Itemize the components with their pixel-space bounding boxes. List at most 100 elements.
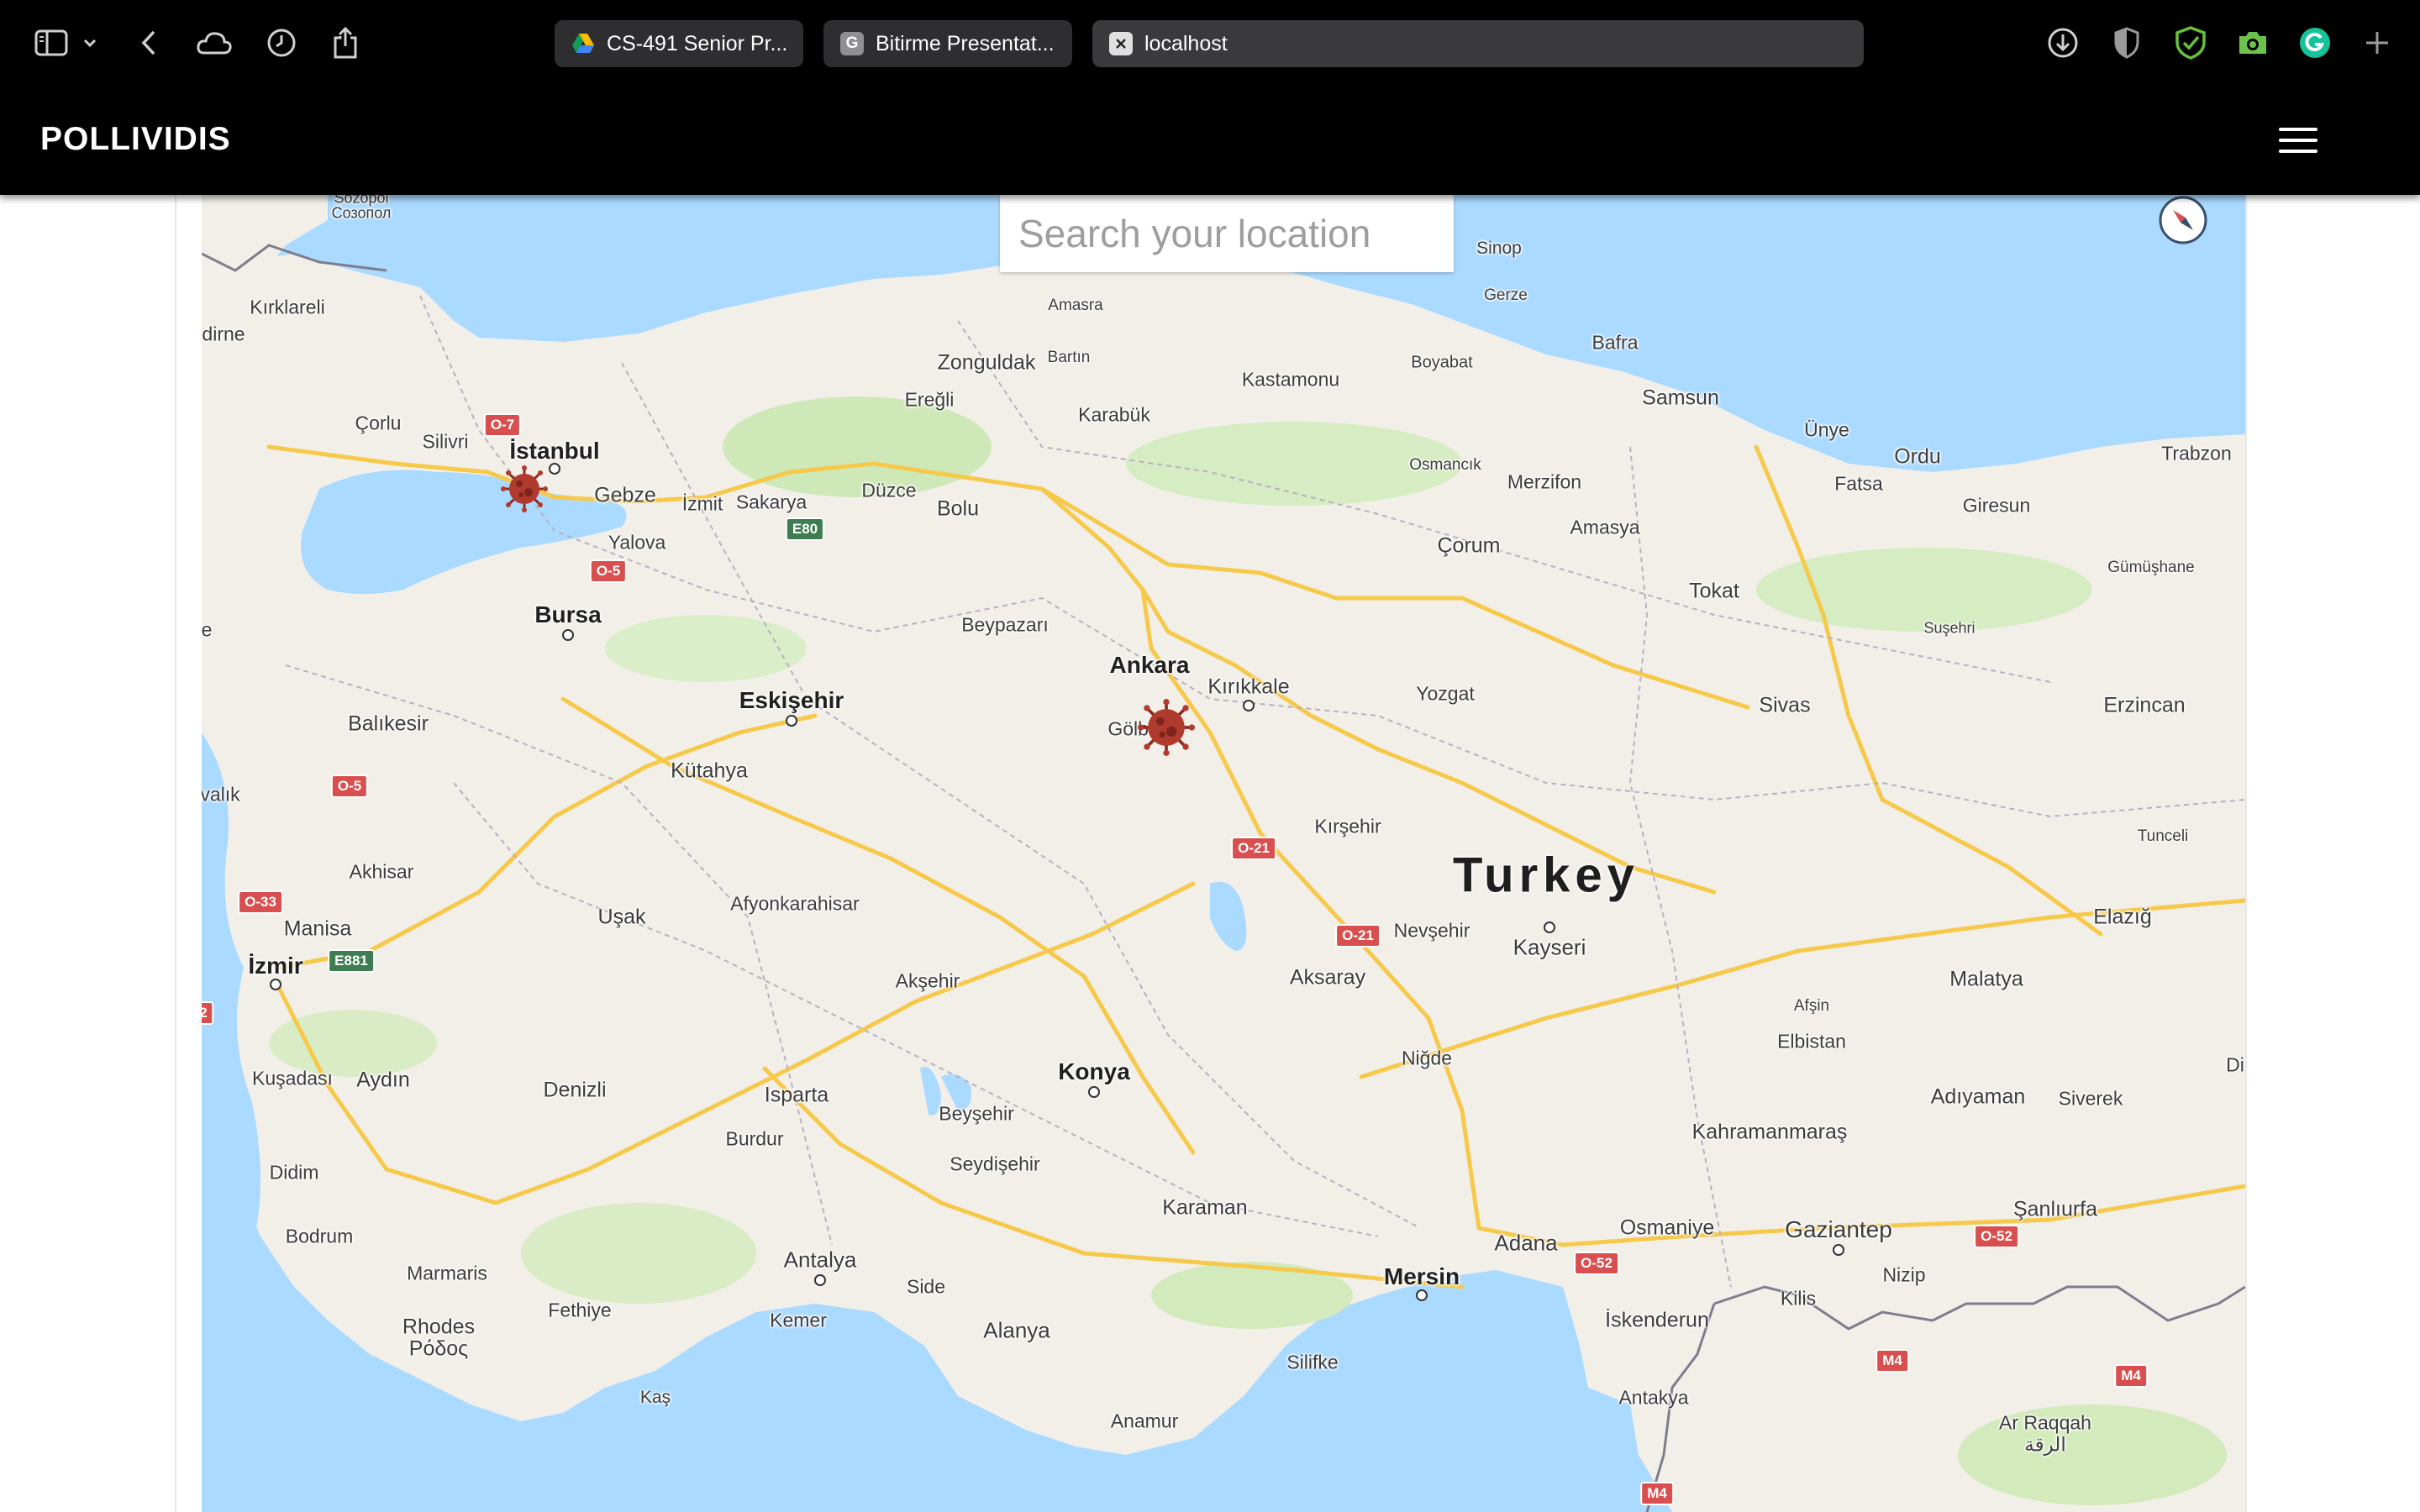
country-label: Turkey: [1453, 848, 1639, 903]
road-shield: O-21: [1335, 924, 1381, 948]
city-label: Gümüşhane: [2107, 559, 2195, 576]
city-label: Akşehir: [895, 969, 960, 992]
city-label: Konya: [1058, 1058, 1130, 1084]
city-label: Gerze: [1484, 286, 1528, 304]
city-label: Eskişehir: [739, 687, 844, 713]
road-shield: M4: [1640, 1482, 1674, 1505]
tab-label: Bitirme Presentat...: [876, 31, 1055, 55]
new-tab-icon[interactable]: [2358, 24, 2396, 62]
city-dot: [786, 715, 797, 727]
city-label: Gaziantep: [1785, 1216, 1892, 1242]
city-label: Beyşehir: [939, 1102, 1014, 1125]
city-label: Manisa: [283, 916, 352, 941]
camera-icon[interactable]: [2233, 24, 2272, 62]
share-icon[interactable]: [326, 24, 365, 62]
back-icon[interactable]: [129, 24, 168, 62]
city-label: Side: [906, 1275, 946, 1298]
cloud-icon[interactable]: [195, 24, 234, 62]
city-label: Sivas: [1759, 693, 1811, 717]
sidebar-icon[interactable]: [32, 24, 71, 62]
app-header: POLLIVIDIS: [0, 87, 2420, 195]
city-label: Ρόδος: [408, 1336, 469, 1361]
city-label: Kahramanmaraş: [1691, 1120, 1848, 1144]
chevron-down-icon[interactable]: [77, 24, 103, 62]
city-label: Osmancık: [1409, 456, 1481, 474]
city-label: Antakya: [1618, 1386, 1689, 1409]
city-label: Tunceli: [2137, 827, 2189, 845]
city-label: Elazığ: [2093, 905, 2152, 929]
shield-half-icon[interactable]: [2107, 24, 2146, 62]
brand-logo[interactable]: POLLIVIDIS: [40, 121, 231, 158]
city-label: Samsun: [1642, 386, 1719, 410]
compass-icon[interactable]: [2158, 195, 2208, 245]
city-label: Suşehri: [1923, 619, 1975, 637]
city-label: Burdur: [725, 1127, 784, 1150]
city-label: Isparta: [764, 1083, 829, 1107]
grammarly-icon[interactable]: [2296, 24, 2334, 62]
city-label: Bartın: [1047, 349, 1091, 366]
city-label: Ordu: [1894, 444, 1941, 469]
city-label: İzmit: [681, 492, 723, 515]
road-shield: E881: [328, 949, 375, 973]
city-label: Erzincan: [2103, 693, 2186, 717]
city-label: Giresun: [1962, 494, 2031, 517]
road-shield: 2: [202, 1001, 214, 1025]
city-label: Alanya: [983, 1317, 1050, 1343]
city-label: Aksaray: [1289, 965, 1366, 990]
hamburger-menu-icon[interactable]: [2279, 128, 2317, 156]
city-label: الرقة: [2024, 1433, 2066, 1456]
city-label: Kütahya: [671, 759, 748, 783]
city-label: Marmaris: [407, 1262, 487, 1284]
city-label: Elbistan: [1777, 1030, 1846, 1053]
city-label: Tokat: [1689, 579, 1739, 603]
city-label: Afyonkarahisar: [730, 892, 860, 915]
city-label: Düzce: [861, 479, 917, 501]
city-label: Amasra: [1048, 297, 1103, 314]
city-label: Yalova: [608, 531, 666, 554]
city-label: Aydın: [356, 1068, 410, 1092]
city-label: Uşak: [597, 905, 646, 929]
city-label: Akhisar: [349, 860, 414, 883]
city-label: Malatya: [1949, 967, 2023, 991]
road-shield: O-52: [1974, 1225, 2019, 1248]
road-shield: O-5: [589, 559, 628, 583]
google-slides-icon: G: [840, 32, 864, 55]
city-label: Çorlu: [355, 412, 402, 434]
map[interactable]: Sozopol Созопол Kırklareli dirne Çorlu S…: [202, 195, 2245, 1512]
city-label: Denizli: [543, 1078, 607, 1102]
city-label: Bursa: [534, 601, 602, 627]
city-dot: [270, 979, 281, 990]
city-label: Ankara: [1109, 652, 1190, 678]
road-shield: O-5: [330, 774, 369, 798]
city-label: Kaş: [639, 1388, 671, 1407]
road-shield: M4: [2114, 1364, 2148, 1388]
city-label: Kilis: [1780, 1287, 1817, 1310]
city-label: Fethiye: [548, 1299, 612, 1321]
city-label: Çorum: [1437, 533, 1501, 558]
search-location-input[interactable]: [1000, 195, 1454, 272]
city-label: Fatsa: [1834, 472, 1883, 495]
city-label: Niğde: [1401, 1047, 1453, 1069]
city-label: Mersin: [1383, 1263, 1460, 1289]
tab-cs491[interactable]: CS-491 Senior Pr...: [555, 20, 803, 67]
city-label: Sinop: [1476, 239, 1522, 258]
history-icon[interactable]: [262, 24, 301, 62]
city-label: Silifke: [1286, 1351, 1339, 1373]
city-label: Beypazarı: [961, 613, 1049, 636]
tab-bitirme[interactable]: G Bitirme Presentat...: [823, 20, 1072, 67]
close-icon[interactable]: [1109, 32, 1133, 55]
adguard-shield-icon[interactable]: [2171, 24, 2210, 62]
city-label: Adıyaman: [1930, 1084, 2026, 1109]
city-label: Созопол: [331, 204, 392, 222]
city-label: Kuşadası: [252, 1067, 333, 1089]
city-label: Ar Raqqah: [1999, 1411, 2091, 1434]
city-label: Kırklareli: [250, 296, 325, 318]
road-shield: O-7: [483, 413, 522, 437]
download-icon[interactable]: [2044, 24, 2082, 62]
tab-localhost[interactable]: localhost: [1092, 20, 1864, 67]
city-dot: [1088, 1086, 1100, 1098]
city-label: Balıkesir: [348, 711, 429, 736]
city-label: Kırıkkale: [1207, 675, 1290, 699]
city-dot: [1416, 1289, 1428, 1301]
city-label: Karabük: [1078, 403, 1150, 426]
